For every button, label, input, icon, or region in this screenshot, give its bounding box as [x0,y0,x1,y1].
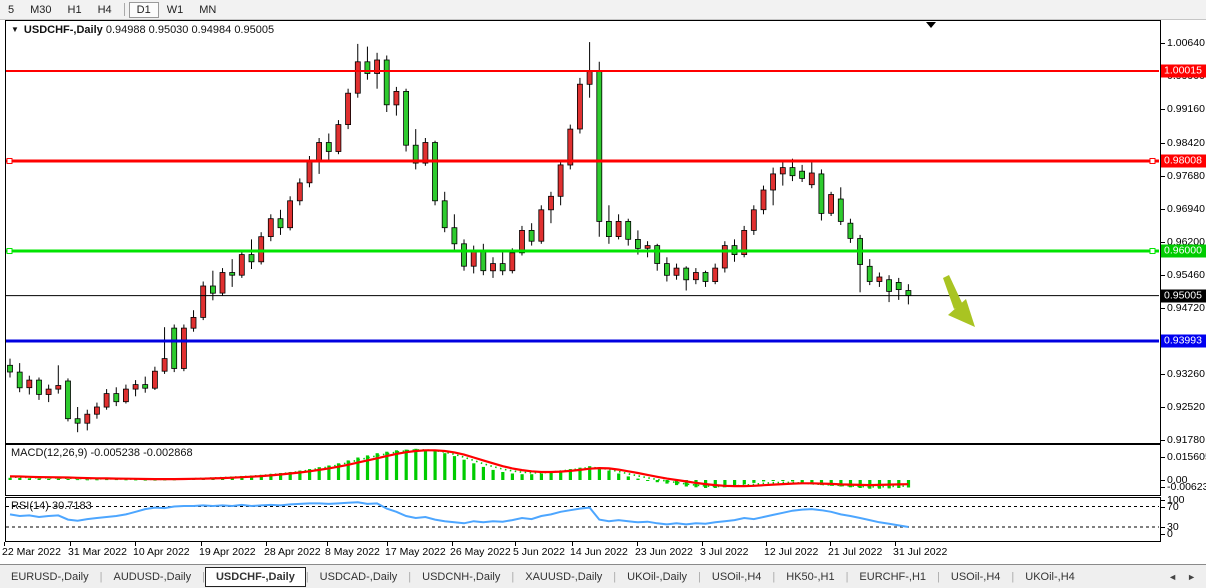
chart-tab-eurusd-daily[interactable]: EURUSD-,Daily [0,568,100,586]
macd-axis-tick [1161,457,1165,458]
tab-scroll-left-icon[interactable]: ◄ [1168,572,1177,582]
price-axis-label: 0.98420 [1167,137,1205,149]
level-line-0.96000[interactable] [6,249,1159,254]
ohlc-open: 0.94988 [106,24,146,36]
rsi-axis-label: 70 [1167,501,1179,513]
price-axis-label: 1.00640 [1167,37,1205,49]
macd-axis-tick [1161,480,1165,481]
date-axis-label: 12 Jul 2022 [764,546,818,558]
chart-tab-ukoil-h4[interactable]: UKOil-,H4 [1014,568,1086,586]
tab-scroll-right-icon[interactable]: ► [1187,572,1196,582]
price-axis-tick [1161,209,1165,210]
chart-tab-bar: EURUSD-,Daily|AUDUSD-,Daily|USDCHF-,Dail… [0,564,1206,588]
date-axis-label: 17 May 2022 [385,546,446,558]
rsi-axis-tick [1161,534,1165,535]
ohlc-low: 0.94984 [191,24,231,36]
chart-title: ▼ USDCHF-,Daily 0.94988 0.95030 0.94984 0… [11,24,274,36]
date-axis-label: 8 May 2022 [325,546,380,558]
date-axis-label: 26 May 2022 [450,546,511,558]
down-arrow-annotation-icon[interactable] [943,275,975,327]
chart-tab-hk50-h1[interactable]: HK50-,H1 [775,568,845,586]
date-axis-label: 23 Jun 2022 [635,546,693,558]
rsi-axis-tick [1161,500,1165,501]
level-line-0.98008[interactable] [6,158,1159,163]
current-bar-marker-icon [926,22,936,28]
chart-tab-ukoil-daily[interactable]: UKOil-,Daily [616,568,698,586]
chart-symbol-label: USDCHF-,Daily [24,24,103,36]
price-axis-tick [1161,440,1165,441]
price-axis-label: 0.92520 [1167,401,1205,413]
chart-tab-usoil-h4[interactable]: USOil-,H4 [701,568,773,586]
price-badge-0.96000: 0.96000 [1161,245,1206,258]
price-axis-label: 0.96940 [1167,203,1205,215]
price-axis-tick [1161,275,1165,276]
price-badge-1.00015: 1.00015 [1161,65,1206,78]
price-axis-label: 0.91780 [1167,434,1205,446]
date-axis-label: 5 Jun 2022 [513,546,565,558]
rsi-axis-tick [1161,527,1165,528]
price-axis-tick [1161,242,1165,243]
date-axis-label: 31 Mar 2022 [68,546,127,558]
price-axis-tick [1161,308,1165,309]
macd-axis-tick [1161,487,1165,488]
chart-canvas[interactable] [0,0,1206,588]
chart-tab-usdchf-daily[interactable]: USDCHF-,Daily [205,567,306,587]
price-axis-label: 0.99160 [1167,103,1205,115]
macd-axis-label: -0.00623 [1167,481,1206,493]
price-axis-label: 0.97680 [1167,170,1205,182]
price-axis-tick [1161,374,1165,375]
rsi-axis-label: 0 [1167,528,1173,540]
date-axis-label: 22 Mar 2022 [2,546,61,558]
price-axis-tick [1161,143,1165,144]
chart-tab-usoil-h4[interactable]: USOil-,H4 [940,568,1012,586]
chart-tab-xauusd-daily[interactable]: XAUUSD-,Daily [514,568,613,586]
price-axis-tick [1161,176,1165,177]
rsi-layer [6,502,1159,527]
candles-layer [8,42,911,432]
chart-tab-eurchf-h1[interactable]: EURCHF-,H1 [848,568,937,586]
date-axis-label: 10 Apr 2022 [133,546,190,558]
date-axis-label: 21 Jul 2022 [828,546,882,558]
rsi-axis-tick [1161,507,1165,508]
date-axis-label: 28 Apr 2022 [264,546,321,558]
symbol-dropdown-icon[interactable]: ▼ [11,25,19,34]
terminal-window: 5M30H1H4D1W1MN ▼USDCHF-,Daily 0.94988 0.… [0,0,1206,588]
date-axis-label: 31 Jul 2022 [893,546,947,558]
chart-tab-usdcnh-daily[interactable]: USDCNH-,Daily [411,568,511,586]
price-axis-label: 0.95460 [1167,269,1205,281]
price-axis-tick [1161,407,1165,408]
price-axis-label: 0.93260 [1167,368,1205,380]
date-axis-label: 3 Jul 2022 [700,546,748,558]
price-badge-0.95005: 0.95005 [1161,289,1206,302]
price-badge-0.98008: 0.98008 [1161,154,1206,167]
macd-axis-label: 0.015605 [1167,451,1206,463]
ohlc-close: 0.95005 [234,24,274,36]
rsi-label: RSI(14) 30.7183 [11,500,92,512]
chart-tab-audusd-daily[interactable]: AUDUSD-,Daily [102,568,202,586]
price-badge-0.93993: 0.93993 [1161,335,1206,348]
tab-scroll-arrows: ◄► [1168,572,1196,582]
price-axis-tick [1161,43,1165,44]
ohlc-high: 0.95030 [149,24,189,36]
price-axis-tick [1161,109,1165,110]
date-axis-label: 19 Apr 2022 [199,546,256,558]
chart-tab-usdcad-daily[interactable]: USDCAD-,Daily [309,568,409,586]
macd-label: MACD(12,26,9) -0.005238 -0.002868 [11,447,193,459]
price-axis-label: 0.94720 [1167,302,1205,314]
date-axis-label: 14 Jun 2022 [570,546,628,558]
